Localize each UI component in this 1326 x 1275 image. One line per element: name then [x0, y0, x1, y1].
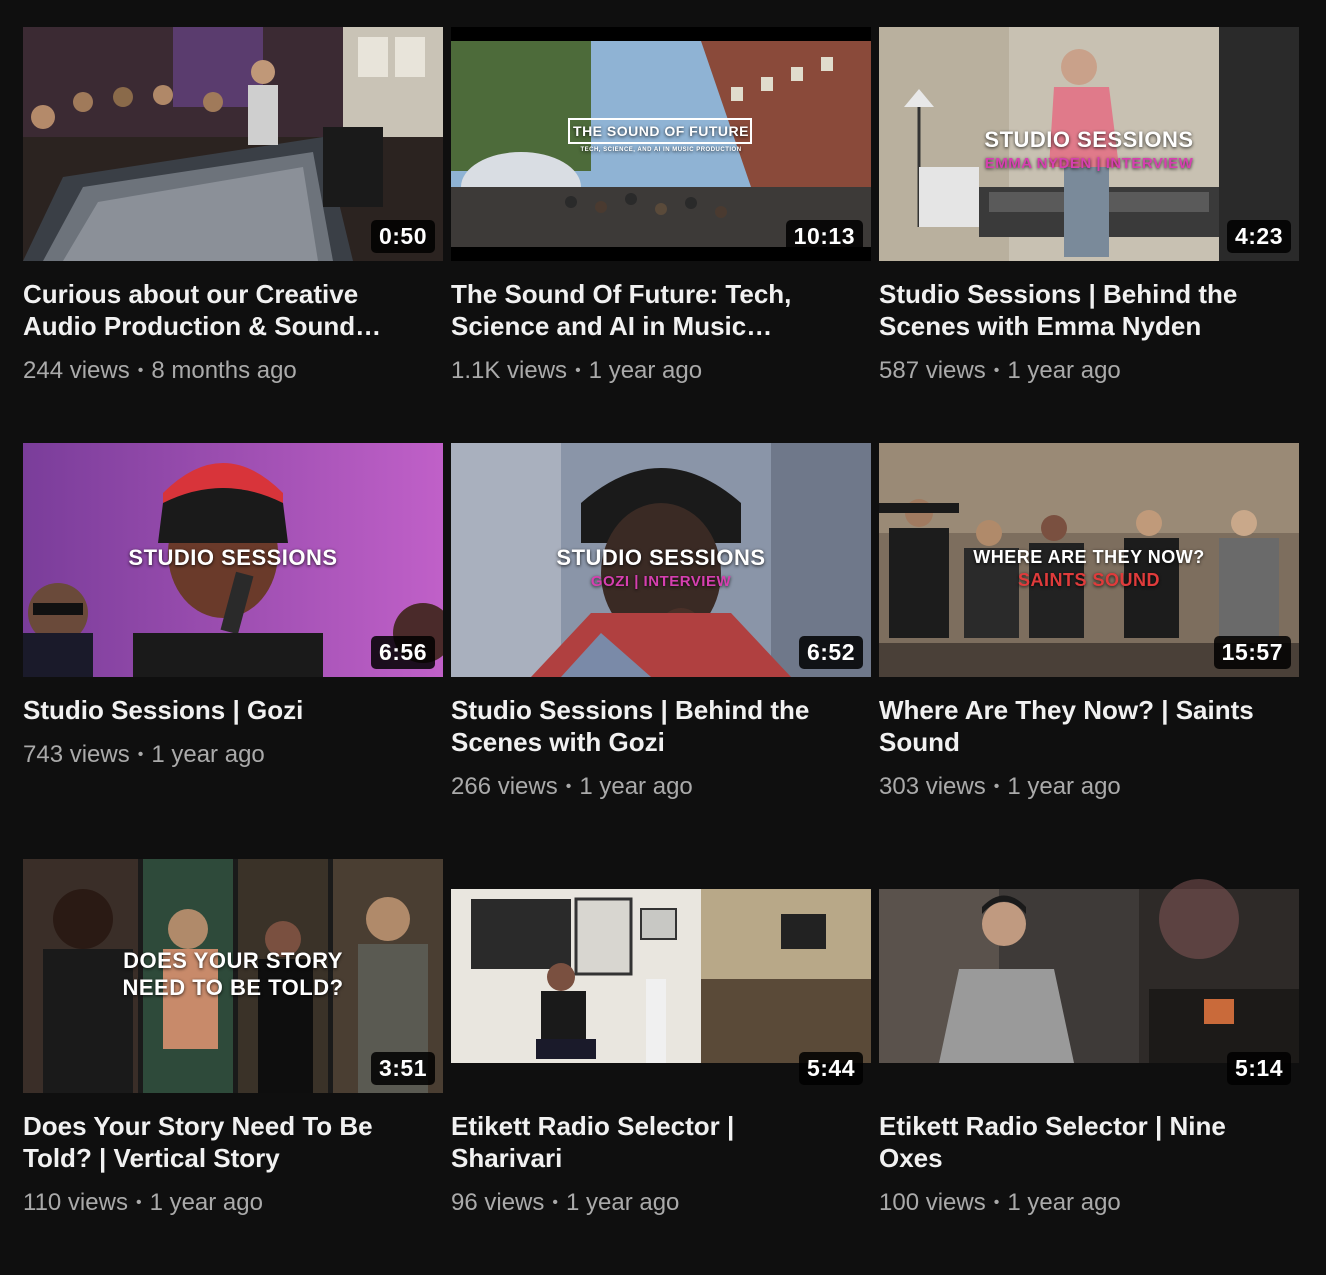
view-count: 266 views — [451, 773, 558, 800]
view-count: 743 views — [23, 741, 130, 768]
video-thumbnail[interactable]: STUDIO SESSIONS GOZI | INTERVIEW 6:52 — [451, 443, 871, 677]
duration-badge: 10:13 — [785, 220, 863, 253]
thumbnail-overlay-text: STUDIO SESSIONS — [23, 545, 443, 571]
view-count: 110 views — [23, 1189, 128, 1216]
video-card[interactable]: WHERE ARE THEY NOW? SAINTS SOUND 15:57 W… — [879, 443, 1299, 859]
duration-badge: 6:56 — [370, 636, 435, 669]
upload-age: 1 year ago — [151, 741, 265, 768]
video-title[interactable]: Where Are They Now? | Saints Sound — [879, 694, 1279, 758]
video-meta: 100 views • 1 year ago — [879, 1188, 1299, 1218]
upload-age: 1 year ago — [1007, 773, 1121, 800]
overlay-title: STUDIO SESSIONS — [128, 545, 338, 570]
meta-separator: • — [575, 362, 581, 379]
view-count: 244 views — [23, 357, 130, 384]
overlay-title: STUDIO SESSIONS — [556, 545, 766, 570]
meta-separator: • — [993, 1194, 1000, 1211]
meta-separator: • — [137, 746, 144, 763]
video-title[interactable]: Curious about our Creative Audio Product… — [23, 278, 423, 342]
video-thumbnail[interactable]: STUDIO SESSIONS EMMA NYDEN | INTERVIEW 4… — [879, 27, 1299, 261]
duration-badge: 6:52 — [798, 636, 863, 669]
view-count: 96 views — [451, 1189, 545, 1216]
view-count: 587 views — [879, 357, 986, 384]
video-meta: 110 views • 1 year ago — [23, 1188, 443, 1218]
video-thumbnail[interactable]: DOES YOUR STORY NEED TO BE TOLD? 3:51 — [23, 859, 443, 1093]
video-thumbnail[interactable]: 5:14 — [879, 859, 1299, 1093]
meta-separator: • — [552, 1194, 558, 1211]
overlay-subtitle: EMMA NYDEN | INTERVIEW — [984, 155, 1194, 172]
upload-age: 1 year ago — [149, 1189, 263, 1216]
overlay-subtitle: GOZI | INTERVIEW — [590, 573, 732, 590]
video-card[interactable]: STUDIO SESSIONS 6:56 Studio Sessions | G… — [23, 443, 443, 859]
view-count: 303 views — [879, 773, 986, 800]
video-grid: 0:50 Curious about our Creative Audio Pr… — [23, 27, 1299, 1275]
upload-age: 8 months ago — [151, 357, 297, 384]
duration-badge: 5:44 — [798, 1052, 863, 1085]
upload-age: 1 year ago — [1007, 357, 1121, 384]
thumbnail-overlay-text: WHERE ARE THEY NOW? SAINTS SOUND — [879, 547, 1299, 591]
overlay-title: STUDIO SESSIONS — [984, 127, 1194, 152]
video-card[interactable]: STUDIO SESSIONS EMMA NYDEN | INTERVIEW 4… — [879, 27, 1299, 443]
video-thumbnail[interactable]: WHERE ARE THEY NOW? SAINTS SOUND 15:57 — [879, 443, 1299, 677]
video-meta: 743 views • 1 year ago — [23, 740, 443, 770]
video-meta: 303 views • 1 year ago — [879, 772, 1299, 802]
video-card[interactable]: 5:44 Etikett Radio Selector | Sharivari … — [451, 859, 871, 1275]
video-thumbnail[interactable]: STUDIO SESSIONS 6:56 — [23, 443, 443, 677]
overlay-title: WHERE ARE THEY NOW? — [973, 547, 1205, 567]
duration-badge: 15:57 — [1213, 636, 1291, 669]
upload-age: 1 year ago — [579, 773, 693, 800]
thumbnail-overlay-text: DOES YOUR STORY NEED TO BE TOLD? — [122, 948, 344, 1000]
video-title[interactable]: Studio Sessions | Behind the Scenes with… — [451, 694, 851, 758]
video-title[interactable]: Studio Sessions | Gozi — [23, 694, 423, 726]
duration-badge: 5:14 — [1226, 1052, 1291, 1085]
video-meta: 1.1K views • 1 year ago — [451, 356, 871, 386]
video-meta: 266 views • 1 year ago — [451, 772, 871, 802]
duration-badge: 4:23 — [1226, 220, 1291, 253]
video-title[interactable]: Etikett Radio Selector | Nine Oxes — [879, 1110, 1279, 1174]
duration-badge: 0:50 — [370, 220, 435, 253]
upload-age: 1 year ago — [588, 357, 703, 384]
video-meta: 587 views • 1 year ago — [879, 356, 1299, 386]
view-count: 1.1K views — [451, 357, 568, 384]
video-title[interactable]: Does Your Story Need To Be Told? | Verti… — [23, 1110, 423, 1174]
video-title[interactable]: The Sound Of Future: Tech, Science and A… — [451, 278, 851, 342]
video-card[interactable]: DOES YOUR STORY NEED TO BE TOLD? 3:51 Do… — [23, 859, 443, 1275]
video-meta: 244 views • 8 months ago — [23, 356, 443, 386]
meta-separator: • — [137, 362, 144, 379]
overlay-subtitle: SAINTS SOUND — [1017, 570, 1160, 590]
video-card[interactable]: 5:14 Etikett Radio Selector | Nine Oxes … — [879, 859, 1299, 1275]
meta-separator: • — [135, 1194, 142, 1211]
upload-age: 1 year ago — [565, 1189, 680, 1216]
meta-separator: • — [993, 362, 1000, 379]
video-thumbnail[interactable]: 0:50 — [23, 27, 443, 261]
video-card[interactable]: STUDIO SESSIONS GOZI | INTERVIEW 6:52 St… — [451, 443, 871, 859]
video-card[interactable]: 0:50 Curious about our Creative Audio Pr… — [23, 27, 443, 443]
overlay-title: THE SOUND OF FUTURE — [573, 123, 749, 139]
duration-badge: 3:51 — [370, 1052, 435, 1085]
thumbnail-overlay-text: THE SOUND OF FUTURE TECH, SCIENCE, AND A… — [451, 123, 871, 153]
thumbnail-overlay-text: STUDIO SESSIONS EMMA NYDEN | INTERVIEW — [879, 127, 1299, 172]
meta-separator: • — [565, 778, 572, 795]
view-count: 100 views — [879, 1189, 986, 1216]
video-meta: 96 views • 1 year ago — [451, 1188, 871, 1218]
video-title[interactable]: Etikett Radio Selector | Sharivari — [451, 1110, 851, 1174]
video-card[interactable]: THE SOUND OF FUTURE TECH, SCIENCE, AND A… — [451, 27, 871, 443]
upload-age: 1 year ago — [1007, 1189, 1121, 1216]
meta-separator: • — [993, 778, 1000, 795]
overlay-subtitle: TECH, SCIENCE, AND AI IN MUSIC PRODUCTIO… — [580, 147, 742, 153]
video-thumbnail[interactable]: THE SOUND OF FUTURE TECH, SCIENCE, AND A… — [451, 27, 871, 261]
video-title[interactable]: Studio Sessions | Behind the Scenes with… — [879, 278, 1279, 342]
video-thumbnail[interactable]: 5:44 — [451, 859, 871, 1093]
thumbnail-overlay-text: STUDIO SESSIONS GOZI | INTERVIEW — [451, 545, 871, 590]
